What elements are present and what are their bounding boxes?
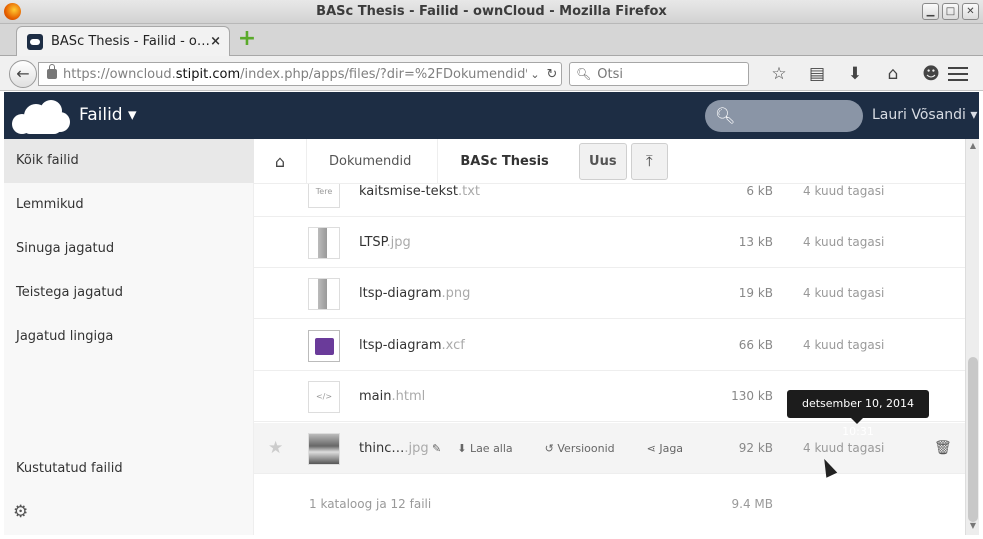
- row-actions: ✎ ⬇ Lae alla ↺ Versioonid ⋖ Jaga: [432, 442, 715, 455]
- window-titlebar: BASc Thesis - Failid - ownCloud - Mozill…: [0, 0, 983, 24]
- menu-icon[interactable]: [946, 63, 970, 85]
- reading-list-icon[interactable]: ▤: [798, 64, 836, 84]
- scroll-up-icon[interactable]: ▲: [966, 141, 980, 153]
- window-title: BASc Thesis - Failid - ownCloud - Mozill…: [316, 4, 667, 19]
- table-row[interactable]: LTSP.jpg 13 kB 4 kuud tagasi: [254, 217, 965, 268]
- file-name[interactable]: LTSP.jpg: [359, 235, 411, 250]
- file-size: 130 kB: [731, 389, 773, 403]
- browser-tab[interactable]: BASc Thesis - Failid - o… ×: [16, 26, 230, 56]
- file-modified: 4 kuud tagasi: [803, 338, 885, 352]
- owncloud-logo-icon[interactable]: [10, 98, 72, 134]
- file-name[interactable]: ltsp-diagram.png: [359, 286, 470, 301]
- sidebar-item-deleted-files[interactable]: Kustutatud failid: [4, 447, 254, 491]
- firefox-logo-icon: [4, 3, 21, 20]
- scroll-down-icon[interactable]: ▼: [966, 521, 980, 533]
- file-list-summary: 1 kataloog ja 12 faili 9.4 MB: [254, 489, 965, 519]
- file-modified: 4 kuud tagasi: [803, 286, 885, 300]
- delete-trash-icon[interactable]: 🗑︎: [934, 440, 952, 456]
- new-tab-icon[interactable]: +: [236, 28, 258, 51]
- file-name[interactable]: thinc….jpg: [359, 441, 429, 456]
- share-action[interactable]: ⋖ Jaga: [647, 442, 699, 455]
- table-row[interactable]: ltsp-diagram.png 19 kB 4 kuud tagasi: [254, 268, 965, 319]
- image-file-icon: [308, 330, 340, 362]
- file-modified: 4 kuud tagasi: [803, 235, 885, 249]
- sidebar-item-all-files[interactable]: Kõik failid: [4, 139, 254, 183]
- back-button[interactable]: ←: [9, 60, 37, 88]
- url-history-dropdown-icon[interactable]: ⌄: [527, 68, 543, 81]
- file-name[interactable]: ltsp-diagram.xcf: [359, 338, 465, 353]
- url-domain: stipit.com: [175, 66, 241, 82]
- home-icon[interactable]: ⌂: [874, 64, 912, 84]
- minimize-icon[interactable]: ▁: [922, 3, 939, 20]
- file-thumbnail: [308, 227, 340, 259]
- tab-title: BASc Thesis - Failid - o…: [51, 34, 210, 49]
- code-file-icon: </>: [308, 381, 340, 413]
- favorite-star-icon[interactable]: ★: [268, 438, 283, 458]
- settings-gear-icon[interactable]: ⚙: [13, 502, 28, 522]
- breadcrumb-item-basc-thesis[interactable]: BASc Thesis: [437, 139, 574, 184]
- file-name[interactable]: main.html: [359, 389, 425, 404]
- download-action[interactable]: ⬇ Lae alla: [457, 442, 528, 455]
- table-row[interactable]: ltsp-diagram.xcf 66 kB 4 kuud tagasi: [254, 320, 965, 371]
- owncloud-favicon-icon: [27, 33, 43, 50]
- url-bar[interactable]: https://owncloud. stipit.com /index.php/…: [38, 62, 562, 86]
- file-modified: 4 kuud tagasi: [803, 184, 885, 198]
- owncloud-search-input[interactable]: 🔍︎: [705, 100, 863, 132]
- summary-count: 1 kataloog ja 12 faili: [309, 497, 432, 511]
- url-prefix: https://owncloud.: [63, 66, 176, 82]
- tab-strip: BASc Thesis - Failid - o… × +: [0, 24, 983, 56]
- date-tooltip: detsember 10, 2014 10:31: [787, 390, 929, 438]
- navigation-toolbar: ← https://owncloud. stipit.com /index.ph…: [0, 56, 983, 91]
- file-size: 92 kB: [738, 441, 773, 455]
- url-path: /index.php/apps/files/?dir=%2FDokumendid…: [240, 66, 527, 82]
- file-thumbnail: [308, 278, 340, 310]
- sidebar-item-shared-with-others[interactable]: Teistega jagatud: [4, 271, 254, 315]
- upload-icon[interactable]: ⤒: [630, 142, 668, 180]
- app-menu[interactable]: Failid ▾: [79, 105, 137, 125]
- file-size: 13 kB: [738, 235, 773, 249]
- search-icon: 🔍︎: [576, 67, 592, 81]
- versions-action[interactable]: ↺ Versioonid: [545, 442, 631, 455]
- downloads-icon[interactable]: ⬇: [836, 64, 874, 84]
- sidebar-item-shared-by-link[interactable]: Jagatud lingiga: [4, 315, 254, 359]
- maximize-icon[interactable]: □: [942, 3, 959, 20]
- scrollbar[interactable]: ▲ ▼: [965, 139, 979, 535]
- window-controls: ▁ □ ✕: [922, 3, 979, 20]
- new-button[interactable]: Uus: [578, 142, 627, 180]
- file-thumbnail: [308, 433, 340, 465]
- scrollbar-thumb[interactable]: [968, 357, 978, 522]
- user-menu[interactable]: Lauri Võsandi ▾: [872, 107, 977, 123]
- close-window-icon[interactable]: ✕: [962, 3, 979, 20]
- summary-total-size: 9.4 MB: [731, 497, 773, 511]
- files-sidebar: Kõik failid Lemmikud Sinuga jagatud Teis…: [4, 139, 254, 535]
- search-icon: 🔍︎: [715, 106, 736, 125]
- file-list-area: kaitsmise-tekst ⌂ Dokumendid BASc Thesis…: [254, 139, 965, 535]
- file-size: 19 kB: [738, 286, 773, 300]
- toolbar-icons: ☆ ▤ ⬇ ⌂ ☻: [760, 64, 950, 84]
- owncloud-header: Failid ▾ 🔍︎ Lauri Võsandi ▾: [4, 92, 979, 139]
- lock-icon: [47, 64, 57, 79]
- breadcrumb: ⌂ Dokumendid BASc Thesis Uus ⤒: [254, 139, 965, 184]
- rename-pencil-icon[interactable]: ✎: [432, 442, 441, 455]
- sidebar-item-favorites[interactable]: Lemmikud: [4, 183, 254, 227]
- file-size: 66 kB: [738, 338, 773, 352]
- sidebar-item-shared-with-you[interactable]: Sinuga jagatud: [4, 227, 254, 271]
- reload-icon[interactable]: ↻: [543, 67, 561, 82]
- browser-search-input[interactable]: 🔍︎ Otsi: [569, 62, 749, 86]
- breadcrumb-item-dokumendid[interactable]: Dokumendid: [306, 139, 437, 184]
- smiley-feedback-icon[interactable]: ☻: [912, 64, 950, 84]
- file-size: 6 kB: [746, 184, 773, 198]
- home-icon[interactable]: ⌂: [254, 152, 306, 171]
- bookmark-star-icon[interactable]: ☆: [760, 64, 798, 84]
- file-name[interactable]: kaitsmise-tekst.txt: [359, 184, 480, 199]
- search-placeholder: Otsi: [597, 66, 623, 82]
- tab-close-icon[interactable]: ×: [210, 34, 221, 49]
